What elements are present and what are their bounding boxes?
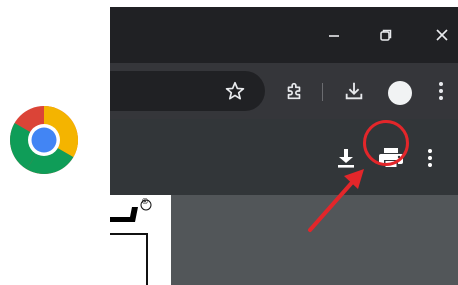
extensions-button[interactable]	[278, 75, 310, 107]
bookmark-star-button[interactable]	[219, 75, 251, 107]
star-icon	[225, 81, 245, 100]
page-border	[110, 233, 148, 285]
chrome-logo-icon	[9, 105, 79, 175]
minimize-icon	[329, 35, 339, 37]
minimize-button[interactable]	[320, 21, 348, 49]
pdf-more-actions-button[interactable]	[420, 143, 440, 173]
screenshot: ®	[0, 0, 458, 285]
profile-avatar[interactable]	[388, 81, 412, 105]
restore-button[interactable]	[372, 21, 400, 49]
toolbar-divider	[322, 83, 323, 101]
pdf-page: ®	[110, 195, 171, 285]
browser-toolbar	[110, 63, 458, 119]
title-bar	[110, 7, 458, 63]
chrome-menu-button[interactable]	[425, 75, 457, 107]
pdf-viewer-area: ®	[110, 195, 458, 285]
download-icon	[345, 82, 363, 100]
restore-icon	[380, 29, 392, 41]
close-icon	[436, 29, 448, 41]
kebab-menu-icon	[428, 149, 432, 167]
registered-mark: ®	[141, 197, 149, 206]
puzzle-icon	[287, 82, 301, 100]
close-button[interactable]	[428, 21, 456, 49]
annotation-arrow-icon	[308, 169, 364, 232]
kebab-menu-icon	[439, 82, 443, 100]
downloads-button[interactable]	[338, 75, 370, 107]
